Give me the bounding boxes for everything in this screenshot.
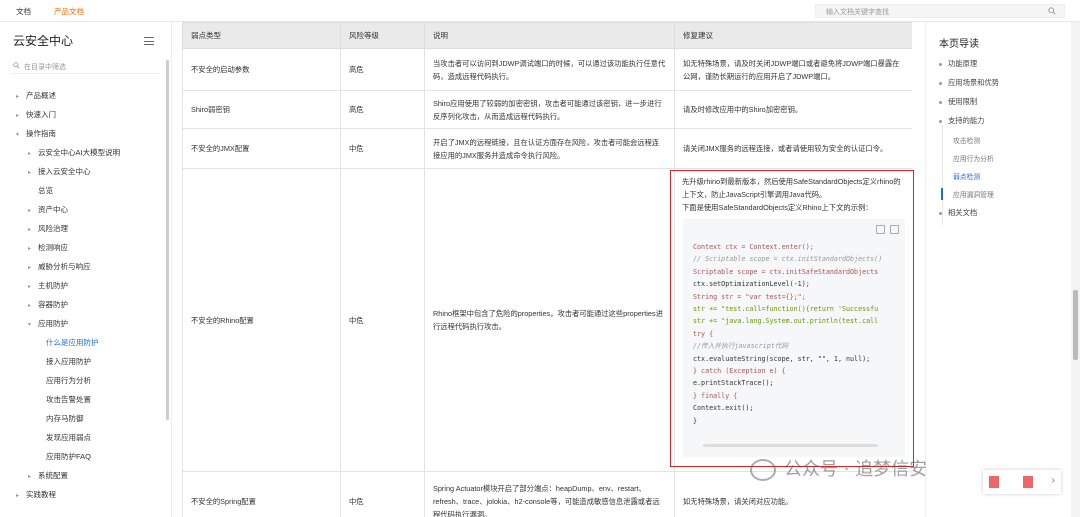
sidebar-item-app-protect[interactable]: ▾ 应用防护 [28,318,68,334]
sidebar-item-sysconfig[interactable]: ▸ 系统配置 [28,470,68,486]
toc-item[interactable]: 支持的能力 [939,116,984,126]
page-scrollbar[interactable] [1071,22,1080,517]
toc-item[interactable]: 功能原理 [939,59,977,69]
scrollbar-thumb[interactable] [1073,290,1078,360]
cell-type: 不安全的Spring配置 [182,471,341,517]
search-icon [13,62,20,69]
toc-title: 本页导读 [939,39,979,50]
chevron-right-icon: ▸ [28,474,32,480]
sidebar-item-weakness[interactable]: 发现应用弱点 [46,432,91,448]
cell-level: 中危 [340,471,425,517]
sidebar-item-memshell[interactable]: 内存马防御 [46,413,84,429]
cell-desc: 开启了JMX的远程链接，且在认证方面存在风险，攻击者可能会远程连接应用的JMX服… [424,128,675,169]
column-header: 风险等级 [340,22,425,49]
cell-desc: Spring Actuator模块开启了部分端点：heapDump、env、re… [424,471,675,517]
chevron-down-icon: ▾ [28,322,32,328]
cell-desc: Shiro应用使用了较弱的加密密钥，攻击者可能通过该密钥，进一步进行反序列化攻击… [424,90,675,129]
toc-subitem[interactable]: 应用行为分析 [953,153,994,163]
cell-type: 不安全的JMX配置 [182,128,341,169]
table-row: 不安全的JMX配置 中危 开启了JMX的远程链接，且在认证方面存在风险，攻击者可… [182,128,912,169]
sidebar-item-host[interactable]: ▸ 主机防护 [28,280,68,296]
cell-level: 中危 [340,128,425,169]
table-row: 不安全的启动参数 高危 当攻击者可以访问到JDWP调试端口的时候，可以通过该功能… [182,48,912,91]
wechat-logo-icon [750,459,776,481]
filter-placeholder: 在目录中筛选 [24,64,66,71]
highlight-box [670,170,914,467]
cell-desc: 当攻击者可以访问到JDWP调试端口的时候，可以通过该功能执行任意代码，造成远程代… [424,48,675,91]
chevron-down-icon: ▾ [16,132,20,138]
cell-fix: 如无特殊场景，请及时关闭JDWP端口或者避免将JDWP端口暴露在公网，谨防长期运… [674,48,912,91]
tab-product-docs[interactable]: 产品文档 [54,6,84,17]
chevron-right-icon: ▸ [28,265,32,271]
sidebar-item-practice[interactable]: ▸ 实践教程 [16,489,56,505]
cell-type: 不安全的启动参数 [182,48,341,91]
sidebar-item-alerts[interactable]: 攻击告警处置 [46,394,91,410]
cell-fix: 请及时修改应用中的Shiro加密密钥。 [674,90,912,129]
toc-active-marker [941,188,943,200]
sidebar-item-summary[interactable]: 总览 [38,185,53,201]
sidebar-title: 云安全中心 [13,34,74,48]
chevron-right-icon: ▸ [28,170,32,176]
sidebar-item-faq[interactable]: 应用防护FAQ [46,451,91,467]
menu-icon[interactable] [144,37,154,45]
search-placeholder: 输入文档关键字查找 [826,9,889,16]
floating-toolbar[interactable]: › [983,470,1061,494]
sidebar-item-container[interactable]: ▸ 容器防护 [28,299,68,315]
tab-docs[interactable]: 文档 [16,6,31,17]
toc-subitem[interactable]: 攻击检测 [953,135,980,145]
chevron-right-icon: ▸ [16,113,20,119]
column-header: 修复建议 [674,22,912,49]
cell-type: 不安全的Rhino配置 [182,168,341,472]
cell-type: Shiro弱密钥 [182,90,341,129]
feedback-icon[interactable] [989,476,999,488]
chevron-right-icon: ▸ [28,284,32,290]
sidebar-item-access[interactable]: ▸ 接入云安全中心 [28,166,91,182]
toc-item[interactable]: 应用场景和优势 [939,78,999,88]
page-toc: 本页导读 功能原理 应用场景和优势 使用限制 支持的能力 攻击检测 应用行为分析… [925,22,1065,517]
left-sidebar: 云安全中心 在目录中筛选 ▸ 产品概述 ▸ 快速入门 ▾ 操作指南 ▸ 云安全中心AI大… [0,22,172,517]
chevron-right-icon[interactable]: › [1052,475,1055,486]
toc-subitem[interactable]: 应用漏洞管理 [953,189,994,199]
sidebar-item-risk[interactable]: ▸ 风险治理 [28,223,68,239]
table-row: Shiro弱密钥 高危 Shiro应用使用了较弱的加密密钥，攻击者可能通过该密钥… [182,90,912,129]
sidebar-item-connect[interactable]: 接入应用防护 [46,356,91,372]
cell-level: 高危 [340,90,425,129]
top-bar: 文档 产品文档 输入文档关键字查找 [0,0,1080,22]
toc-item[interactable]: 相关文档 [939,208,977,218]
sidebar-item-overview[interactable]: ▸ 产品概述 [16,90,56,106]
help-icon[interactable] [1023,476,1033,488]
column-header: 说明 [424,22,675,49]
cell-level: 中危 [340,168,425,472]
toc-subitem-active[interactable]: 弱点检测 [953,171,980,181]
chevron-right-icon: ▸ [28,208,32,214]
sidebar-item-detect[interactable]: ▸ 检测响应 [28,242,68,258]
catalog-filter-input[interactable]: 在目录中筛选 [10,58,160,74]
chevron-right-icon: ▸ [16,94,20,100]
cell-level: 高危 [340,48,425,91]
sidebar-item-what-is[interactable]: 什么是应用防护 [46,337,99,353]
sidebar-item-assets[interactable]: ▸ 资产中心 [28,204,68,220]
sidebar-item-guide[interactable]: ▾ 操作指南 [16,128,56,144]
search-icon[interactable] [1048,7,1056,15]
sidebar-item-threat[interactable]: ▸ 威胁分析与响应 [28,261,91,277]
chevron-right-icon: ▸ [28,303,32,309]
toc-item[interactable]: 使用限制 [939,97,977,107]
cell-fix: 请关闭JMX服务的远程连接，或者请使用较为安全的认证口令。 [674,128,912,169]
chevron-right-icon: ▸ [28,151,32,157]
cell-desc: Rhino框架中包含了危险的properties，攻击者可能通过这些proper… [424,168,675,472]
sidebar-item-behavior[interactable]: 应用行为分析 [46,375,91,391]
chevron-right-icon: ▸ [28,227,32,233]
chevron-right-icon: ▸ [28,246,32,252]
sidebar-item-quickstart[interactable]: ▸ 快速入门 [16,109,56,125]
sidebar-scrollbar[interactable] [166,60,169,420]
sidebar-item-ai[interactable]: ▸ 云安全中心AI大模型说明 [28,147,120,163]
watermark: 公众号 · 追梦信安 [750,455,927,481]
chevron-right-icon: ▸ [16,493,20,499]
search-input[interactable]: 输入文档关键字查找 [815,4,1065,18]
table-header-row: 弱点类型 风险等级 说明 修复建议 [182,22,912,49]
column-header: 弱点类型 [182,22,341,49]
